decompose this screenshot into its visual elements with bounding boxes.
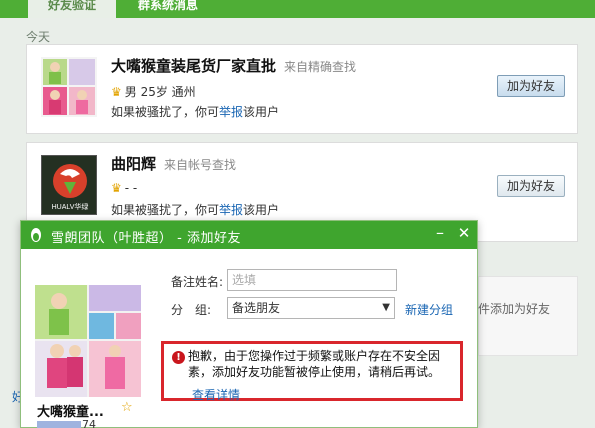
- tab-bar: 好友验证 群系统消息: [0, 0, 595, 18]
- report-suffix: 该用户: [243, 105, 280, 119]
- avatar: HUALV华绿: [41, 155, 97, 215]
- vip-crown-icon: ♛: [111, 181, 122, 195]
- requester-meta: 男 25岁 通州: [124, 85, 196, 99]
- dialog-title: 雪朗团队（叶胜超） - 添加好友: [51, 231, 241, 246]
- remark-label: 备注姓名:: [171, 275, 224, 289]
- star-icon: ☆: [121, 400, 133, 415]
- add-friend-button[interactable]: 加为好友: [497, 75, 565, 97]
- request-source: 来自精确查找: [284, 60, 357, 74]
- group-label: 分 组:: [171, 303, 212, 317]
- group-select-value: 备选朋友: [232, 301, 281, 315]
- contact-id-suffix: 74: [82, 418, 96, 428]
- requester-info: ♛ 男 25岁 通州: [111, 83, 196, 100]
- error-alert: ! 抱歉，由于您操作过于频繁或账户存在不安全因素，添加好友功能暂被停止使用，请稍…: [161, 341, 463, 403]
- report-prefix: 如果被骚扰了，你可: [111, 203, 220, 217]
- contact-id: 74: [37, 418, 96, 428]
- remark-name-input[interactable]: 选填: [227, 269, 397, 291]
- minimize-icon[interactable]: –: [433, 223, 447, 242]
- requester-name: 曲阳辉 来自帐号查找: [111, 153, 236, 174]
- friend-request-card: 大嘴猴童装尾货厂家直批 来自精确查找 ♛ 男 25岁 通州 如果被骚扰了，你可举报该…: [26, 44, 578, 134]
- report-prefix: 如果被骚扰了，你可: [111, 105, 220, 119]
- warning-icon: !: [172, 351, 185, 364]
- new-group-link[interactable]: 新建分组: [405, 301, 453, 318]
- group-select[interactable]: 备选朋友 ▼: [227, 297, 395, 319]
- hualv-logo-icon: HUALV华绿: [42, 156, 96, 214]
- qq-penguin-icon: [31, 228, 41, 242]
- requester-meta: - -: [124, 181, 138, 195]
- add-friend-button[interactable]: 加为好友: [497, 175, 565, 197]
- view-details-link[interactable]: 查看详情: [192, 386, 240, 403]
- tab-group-system-messages[interactable]: 群系统消息: [138, 0, 198, 18]
- report-suffix: 该用户: [243, 203, 280, 217]
- section-label-today: 今天: [26, 30, 51, 44]
- requester-name-text: 大嘴猴童装尾货厂家直批: [111, 57, 277, 75]
- report-link[interactable]: 举报: [219, 203, 243, 217]
- chevron-down-icon: ▼: [382, 302, 390, 313]
- dialog-title-bar[interactable]: 雪朗团队（叶胜超） - 添加好友 – ✕: [21, 221, 477, 249]
- close-icon[interactable]: ✕: [457, 224, 471, 242]
- add-friend-dialog: 雪朗团队（叶胜超） - 添加好友 – ✕ 大嘴猴童... ☆ 74 备注姓名: …: [20, 220, 478, 428]
- tab-friend-verification[interactable]: 好友验证: [28, 0, 116, 18]
- contact-avatar: [35, 285, 141, 397]
- error-message: 抱歉，由于您操作过于频繁或账户存在不安全因素，添加好友功能暂被停止使用，请稍后再…: [188, 349, 441, 379]
- requester-name-text: 曲阳辉: [111, 155, 157, 173]
- background-partial-text: 件添加为好友: [478, 302, 551, 316]
- request-source: 来自帐号查找: [164, 158, 237, 172]
- svg-text:HUALV华绿: HUALV华绿: [52, 202, 89, 211]
- blurred-id: [37, 420, 81, 428]
- report-notice: 如果被骚扰了，你可举报该用户: [111, 201, 279, 218]
- vip-crown-icon: ♛: [111, 85, 122, 99]
- avatar: [41, 57, 97, 117]
- report-notice: 如果被骚扰了，你可举报该用户: [111, 103, 279, 120]
- requester-info: ♛ - -: [111, 181, 137, 195]
- report-link[interactable]: 举报: [219, 105, 243, 119]
- requester-name: 大嘴猴童装尾货厂家直批 来自精确查找: [111, 55, 356, 76]
